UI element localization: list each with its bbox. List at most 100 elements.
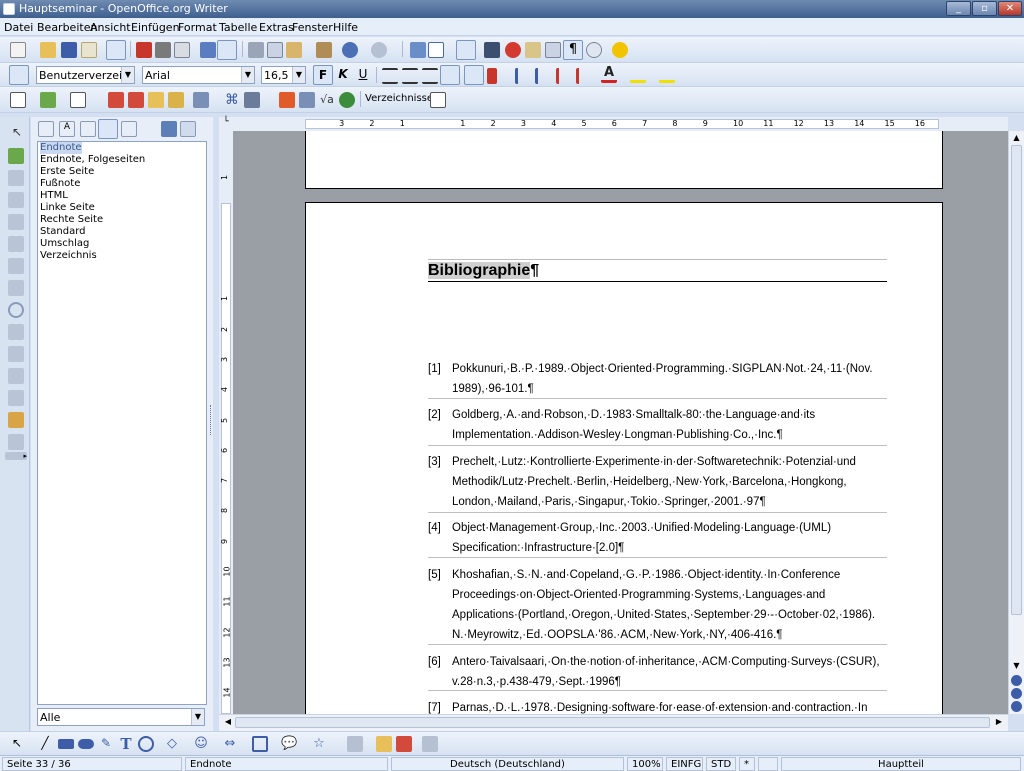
show-draw-functions-button[interactable]	[456, 40, 476, 60]
section-indicator[interactable]: Hauptteil	[781, 757, 1021, 771]
reference-entry[interactable]: [1] Pokkunuri,·B.·P.·1989.·Object·Oriente…	[428, 359, 887, 399]
bibliography-heading[interactable]: Bibliographie¶	[428, 259, 887, 282]
insert-object-icon[interactable]	[339, 92, 355, 108]
style-item-verzeichnis[interactable]: Verzeichnis	[40, 250, 97, 262]
menu-format[interactable]: Format	[178, 21, 217, 34]
combo-box-icon[interactable]	[8, 346, 24, 362]
more-arrow-icon[interactable]: ▸	[5, 452, 27, 460]
menu-hilfe[interactable]: Hilfe	[333, 21, 358, 34]
document-workspace[interactable]: Bibliographie¶ [1] Pokkunuri,·B.·P.·1989.…	[233, 131, 1008, 714]
formatted-field-icon[interactable]	[8, 258, 24, 274]
cut-icon[interactable]	[248, 42, 264, 58]
style-item-rechte-seite[interactable]: Rechte Seite	[40, 214, 103, 226]
command-icon[interactable]: ⌘	[224, 92, 240, 108]
reference-entry[interactable]: [7] Parnas,·D.·L.·1978.·Designing·softwar…	[428, 698, 887, 714]
list-box-icon[interactable]	[8, 324, 24, 340]
style-item-linke-seite[interactable]: Linke Seite	[40, 202, 95, 214]
scroll-thumb[interactable]	[1011, 145, 1022, 615]
frame-styles-icon[interactable]	[80, 121, 96, 137]
styles-formatting-button[interactable]	[9, 65, 29, 85]
paragraph-style-select[interactable]: Benutzerverzeichnis▼	[36, 66, 135, 84]
insert-fields-icon[interactable]	[40, 92, 56, 108]
insert-note-icon[interactable]	[148, 92, 164, 108]
clone-formatting-icon[interactable]	[316, 42, 332, 58]
new-style-icon[interactable]	[180, 121, 196, 137]
symbol-shapes-icon[interactable]: ☺	[193, 736, 209, 752]
select-arrow-icon[interactable]: ↖	[9, 125, 25, 141]
select-arrow-icon[interactable]: ↖	[9, 736, 25, 752]
menu-extras[interactable]: Extras	[259, 21, 294, 34]
undo-icon[interactable]	[342, 42, 358, 58]
numbering-icon[interactable]	[515, 68, 531, 84]
left-to-right-button[interactable]	[464, 65, 484, 85]
font-name-select[interactable]: Arial ▼	[142, 66, 255, 84]
navigation-icon[interactable]	[1011, 688, 1022, 699]
tab-type-icon[interactable]: └	[219, 117, 233, 131]
zoom-icon[interactable]	[586, 42, 602, 58]
list-styles-icon[interactable]	[121, 121, 137, 137]
callout-icon[interactable]	[138, 736, 154, 752]
more-controls-icon[interactable]	[8, 390, 24, 406]
scroll-up-icon[interactable]: ▲	[1011, 133, 1022, 145]
insert-image-icon[interactable]	[299, 92, 315, 108]
style-item-html[interactable]: HTML	[40, 190, 68, 202]
textbox-control-icon[interactable]	[8, 236, 24, 252]
flowchart-icon[interactable]	[252, 736, 268, 752]
checkbox-control-icon[interactable]	[8, 214, 24, 230]
new-document-icon[interactable]	[10, 42, 26, 58]
reference-entry[interactable]: [2] Goldberg,·A.·and·Robson,·D.·1983·Smal…	[428, 405, 887, 445]
menu-ansicht[interactable]: Ansicht	[90, 21, 131, 34]
open-folder-icon[interactable]	[40, 42, 56, 58]
print-preview-icon[interactable]	[174, 42, 190, 58]
push-button-icon[interactable]	[8, 280, 24, 296]
menu-datei[interactable]: Datei	[4, 21, 33, 34]
style-item-fussnote[interactable]: Fußnote	[40, 178, 80, 190]
control-icon[interactable]	[8, 192, 24, 208]
print-icon[interactable]	[155, 42, 171, 58]
background-color-icon[interactable]	[659, 67, 675, 83]
label-field-icon[interactable]	[8, 368, 24, 384]
email-icon[interactable]	[81, 42, 97, 58]
character-styles-icon[interactable]: A	[59, 121, 75, 137]
data-sources-icon[interactable]	[545, 42, 561, 58]
paste-icon[interactable]	[286, 42, 302, 58]
right-to-left-icon[interactable]	[487, 68, 497, 84]
ellipse-icon[interactable]	[78, 739, 94, 749]
spellcheck-icon[interactable]	[200, 42, 216, 58]
panel-splitter-handle[interactable]	[210, 405, 213, 435]
reference-entry[interactable]: [3] Prechelt,·Lutz:·Kontrollierte·Experim…	[428, 452, 887, 512]
underline-button[interactable]: U	[354, 67, 372, 85]
insert-special-char-icon[interactable]	[193, 92, 209, 108]
save-icon[interactable]	[61, 42, 77, 58]
text-icon[interactable]: T	[118, 735, 134, 753]
navigator-icon[interactable]	[505, 42, 521, 58]
insert-footnote-icon[interactable]	[108, 92, 124, 108]
insert-bookmark-icon[interactable]	[168, 92, 184, 108]
insert-frame-icon[interactable]	[70, 92, 86, 108]
styles-list[interactable]: Endnote Endnote, Folgeseiten Erste Seite…	[37, 141, 207, 705]
redo-icon[interactable]	[371, 42, 387, 58]
scroll-thumb[interactable]	[235, 717, 990, 728]
formula-icon[interactable]: √a	[319, 92, 335, 108]
stars-icon[interactable]: ☆	[311, 736, 327, 752]
menu-fenster[interactable]: Fenster	[292, 21, 333, 34]
reference-entry[interactable]: [6] Antero·Taivalsaari,·On·the·notion·of·…	[428, 652, 887, 692]
style-item-endnote-folgeseiten[interactable]: Endnote, Folgeseiten	[40, 154, 145, 166]
increase-indent-icon[interactable]	[576, 68, 592, 84]
highlighting-icon[interactable]	[630, 67, 646, 83]
justify-button[interactable]	[440, 65, 460, 85]
decrease-indent-icon[interactable]	[556, 68, 572, 84]
hyperlink-icon[interactable]	[410, 42, 426, 58]
freeform-icon[interactable]: ✎	[98, 736, 114, 752]
table-icon[interactable]	[428, 42, 444, 58]
vertical-scrollbar[interactable]: ▲ ▼	[1008, 131, 1024, 714]
block-arrows-icon[interactable]: ⇔	[222, 736, 238, 752]
language-indicator[interactable]: Deutsch (Deutschland)	[391, 757, 624, 771]
close-button[interactable]: ✕	[998, 1, 1022, 16]
insert-mode-indicator[interactable]: EINFG	[666, 757, 703, 771]
help-icon[interactable]	[612, 42, 628, 58]
insert-section-icon[interactable]	[244, 92, 260, 108]
current-page[interactable]: Bibliographie¶ [1] Pokkunuri,·B.·P.·1989.…	[305, 202, 943, 714]
export-pdf-icon[interactable]	[136, 42, 152, 58]
paragraph-styles-icon[interactable]	[38, 121, 54, 137]
